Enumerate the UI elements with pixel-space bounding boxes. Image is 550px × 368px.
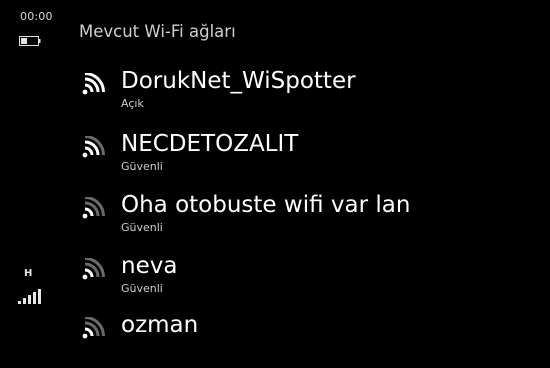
- wifi-icon: [82, 317, 105, 339]
- network-name: DorukNet_WiSpotter: [121, 68, 356, 94]
- wifi-network-item[interactable]: Oha otobuste wifi var lan Güvenli: [82, 192, 522, 248]
- network-name: ozman: [121, 312, 199, 338]
- wifi-network-item[interactable]: neva Güvenli: [82, 253, 522, 309]
- network-name: NECDETOZALIT: [121, 131, 299, 157]
- wifi-icon: [82, 258, 105, 280]
- wifi-icon: [82, 136, 105, 158]
- wifi-icon: [82, 197, 105, 219]
- wifi-network-item[interactable]: DorukNet_WiSpotter Açık: [82, 68, 522, 124]
- network-name: neva: [121, 253, 178, 279]
- network-status: Açık: [121, 97, 144, 110]
- wifi-network-list: DorukNet_WiSpotter Açık NECDETOZALIT Güv…: [0, 0, 550, 344]
- network-status: Güvenli: [121, 160, 163, 173]
- network-status: Güvenli: [121, 221, 163, 234]
- network-name: Oha otobuste wifi var lan: [121, 192, 411, 218]
- wifi-icon: [82, 73, 105, 95]
- network-status: Güvenli: [121, 282, 163, 295]
- wifi-network-item[interactable]: ozman: [82, 312, 522, 368]
- wifi-network-item[interactable]: NECDETOZALIT Güvenli: [82, 131, 522, 187]
